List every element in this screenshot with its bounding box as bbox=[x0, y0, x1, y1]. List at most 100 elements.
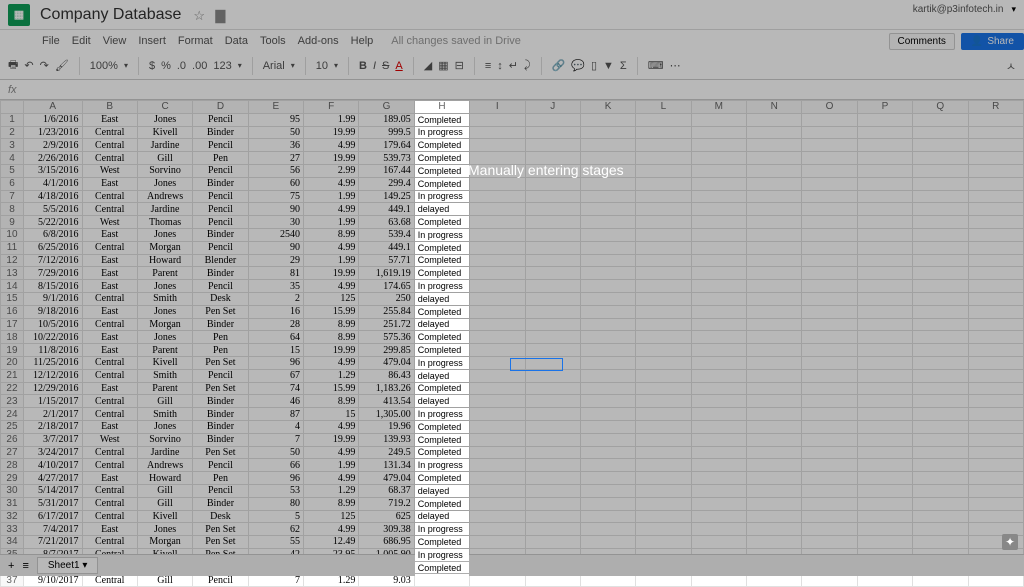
merge-icon[interactable]: ⊟ bbox=[455, 59, 464, 72]
table-row[interactable]: 74/18/2016CentralAndrewsPencil751.99149.… bbox=[1, 190, 1024, 203]
decimal-inc-icon[interactable]: .00 bbox=[192, 60, 207, 72]
selected-cell[interactable] bbox=[510, 358, 563, 371]
table-row[interactable]: 85/5/2016CentralJardinePencil904.99449.1… bbox=[1, 203, 1024, 216]
formula-bar[interactable]: fx bbox=[0, 80, 1024, 100]
table-row[interactable]: 231/15/2017CentralGillBinder468.99413.54… bbox=[1, 395, 1024, 408]
col-header[interactable]: F bbox=[304, 101, 359, 114]
menu-help[interactable]: Help bbox=[351, 35, 374, 47]
table-row[interactable]: 11/6/2016EastJonesPencil951.99189.05Comp… bbox=[1, 113, 1024, 126]
col-header[interactable]: M bbox=[691, 101, 746, 114]
fill-color-icon[interactable]: ◢ bbox=[424, 59, 432, 72]
col-header[interactable]: R bbox=[968, 101, 1024, 114]
col-header[interactable]: B bbox=[82, 101, 137, 114]
table-row[interactable]: 32/9/2016CentralJardinePencil364.99179.6… bbox=[1, 139, 1024, 152]
all-sheets-icon[interactable]: ≡ bbox=[22, 560, 28, 572]
menu-tools[interactable]: Tools bbox=[260, 35, 286, 47]
table-row[interactable]: 326/17/2017CentralKivellDesk5125625delay… bbox=[1, 510, 1024, 523]
filter-icon[interactable]: ▼ bbox=[603, 60, 614, 72]
col-header[interactable]: I bbox=[470, 101, 525, 114]
borders-icon[interactable]: ▦ bbox=[438, 59, 448, 72]
table-row[interactable]: 137/29/2016EastParentBinder8119.991,619.… bbox=[1, 267, 1024, 280]
sheets-logo[interactable]: ▦ bbox=[8, 4, 30, 26]
comment-icon[interactable]: 💬 bbox=[571, 59, 585, 72]
col-header[interactable] bbox=[1, 101, 24, 114]
decimal-dec-icon[interactable]: .0 bbox=[177, 60, 186, 72]
collapse-icon[interactable]: ㅅ bbox=[1006, 58, 1016, 74]
col-header[interactable]: D bbox=[193, 101, 248, 114]
star-icon[interactable]: ☆ bbox=[193, 8, 207, 22]
number-format[interactable]: 123 bbox=[213, 60, 231, 72]
valign-icon[interactable]: ↕ bbox=[497, 60, 503, 72]
sheet-tab[interactable]: Sheet1 ▾ bbox=[37, 557, 99, 574]
font-select[interactable]: Arial bbox=[263, 60, 285, 72]
col-header[interactable]: C bbox=[137, 101, 192, 114]
table-row[interactable]: 315/31/2017CentralGillBinder808.99719.2C… bbox=[1, 497, 1024, 510]
menu-addons[interactable]: Add-ons bbox=[298, 35, 339, 47]
col-header[interactable]: A bbox=[23, 101, 82, 114]
table-row[interactable]: 294/27/2017EastHowardPen964.99479.04Comp… bbox=[1, 472, 1024, 485]
table-row[interactable]: 252/18/2017EastJonesBinder44.9919.96Comp… bbox=[1, 420, 1024, 433]
table-row[interactable]: 64/1/2016EastJonesBinder604.99299.4Compl… bbox=[1, 177, 1024, 190]
table-row[interactable]: 273/24/2017CentralJardinePen Set504.9924… bbox=[1, 446, 1024, 459]
comments-button[interactable]: Comments bbox=[889, 33, 955, 50]
paint-format-icon[interactable]: 🖌 bbox=[55, 59, 69, 72]
table-row[interactable]: 1911/8/2016EastParentPen1519.99299.85Com… bbox=[1, 344, 1024, 357]
table-row[interactable]: 305/14/2017CentralGillPencil531.2968.37d… bbox=[1, 484, 1024, 497]
text-color-icon[interactable]: A bbox=[395, 60, 402, 72]
user-email[interactable]: kartik@p3infotech.in bbox=[913, 4, 1004, 15]
table-row[interactable]: 347/21/2017CentralMorganPen Set5512.4968… bbox=[1, 536, 1024, 549]
link-icon[interactable]: 🔗 bbox=[552, 59, 566, 72]
menu-edit[interactable]: Edit bbox=[72, 35, 91, 47]
table-row[interactable]: 95/22/2016WestThomasPencil301.9963.68Com… bbox=[1, 216, 1024, 229]
table-row[interactable]: 2112/12/2016CentralSmithPencil671.2986.4… bbox=[1, 369, 1024, 382]
wrap-icon[interactable]: ↵ bbox=[509, 59, 518, 72]
table-row[interactable]: 159/1/2016CentralSmithDesk2125250delayed bbox=[1, 292, 1024, 305]
col-header[interactable]: J bbox=[525, 101, 580, 114]
col-header[interactable]: K bbox=[580, 101, 635, 114]
explore-button[interactable]: ✦ bbox=[1002, 534, 1018, 550]
col-header[interactable]: E bbox=[248, 101, 303, 114]
table-row[interactable]: 21/23/2016CentralKivellBinder5019.99999.… bbox=[1, 126, 1024, 139]
menu-format[interactable]: Format bbox=[178, 35, 213, 47]
table-row[interactable]: 148/15/2016EastJonesPencil354.99174.65In… bbox=[1, 280, 1024, 293]
menu-data[interactable]: Data bbox=[225, 35, 248, 47]
percent-icon[interactable]: % bbox=[161, 60, 171, 72]
redo-icon[interactable]: ↷ bbox=[40, 59, 49, 72]
table-row[interactable]: 106/8/2016EastJonesBinder25408.99539.4In… bbox=[1, 228, 1024, 241]
col-header[interactable]: O bbox=[802, 101, 857, 114]
add-sheet-icon[interactable]: + bbox=[8, 560, 14, 572]
functions-icon[interactable]: Σ bbox=[620, 60, 627, 72]
col-header[interactable]: L bbox=[636, 101, 691, 114]
table-row[interactable]: 337/4/2017EastJonesPen Set624.99309.38In… bbox=[1, 523, 1024, 536]
folder-icon[interactable]: ▇ bbox=[215, 8, 229, 22]
menu-file[interactable]: File bbox=[42, 35, 60, 47]
col-header[interactable]: G bbox=[359, 101, 414, 114]
table-row[interactable]: 2212/29/2016EastParentPen Set7415.991,18… bbox=[1, 382, 1024, 395]
halign-icon[interactable]: ≡ bbox=[485, 60, 491, 72]
doc-title[interactable]: Company Database bbox=[40, 6, 181, 24]
table-row[interactable]: 169/18/2016EastJonesPen Set1615.99255.84… bbox=[1, 305, 1024, 318]
input-tools-icon[interactable]: ⌨ bbox=[648, 59, 664, 72]
table-row[interactable]: 127/12/2016EastHowardBlender291.9957.71C… bbox=[1, 254, 1024, 267]
strike-icon[interactable]: S bbox=[382, 60, 389, 72]
zoom-select[interactable]: 100% bbox=[90, 60, 118, 72]
table-row[interactable]: 1810/22/2016EastJonesPen648.99575.36Comp… bbox=[1, 331, 1024, 344]
col-header[interactable]: H bbox=[414, 101, 469, 114]
chart-icon[interactable]: ▯ bbox=[591, 59, 597, 72]
chevron-down-icon[interactable]: ▾ bbox=[1011, 4, 1016, 15]
italic-icon[interactable]: I bbox=[373, 60, 376, 72]
font-size[interactable]: 10 bbox=[316, 60, 328, 72]
col-header[interactable]: N bbox=[747, 101, 802, 114]
undo-icon[interactable]: ↶ bbox=[24, 59, 33, 72]
table-row[interactable]: 263/7/2017WestSorvinoBinder719.99139.93C… bbox=[1, 433, 1024, 446]
share-button[interactable]: 👤Share bbox=[961, 33, 1024, 50]
menu-insert[interactable]: Insert bbox=[138, 35, 166, 47]
menu-view[interactable]: View bbox=[103, 35, 127, 47]
currency-icon[interactable]: $ bbox=[149, 60, 155, 72]
print-icon[interactable]: 🖶 bbox=[8, 56, 18, 75]
rotate-icon[interactable]: ⤸ bbox=[524, 59, 531, 72]
col-header[interactable]: Q bbox=[913, 101, 968, 114]
table-row[interactable]: 116/25/2016CentralMorganPencil904.99449.… bbox=[1, 241, 1024, 254]
table-row[interactable]: 284/10/2017CentralAndrewsPencil661.99131… bbox=[1, 459, 1024, 472]
chevron-down-icon[interactable]: ▾ bbox=[124, 61, 128, 70]
